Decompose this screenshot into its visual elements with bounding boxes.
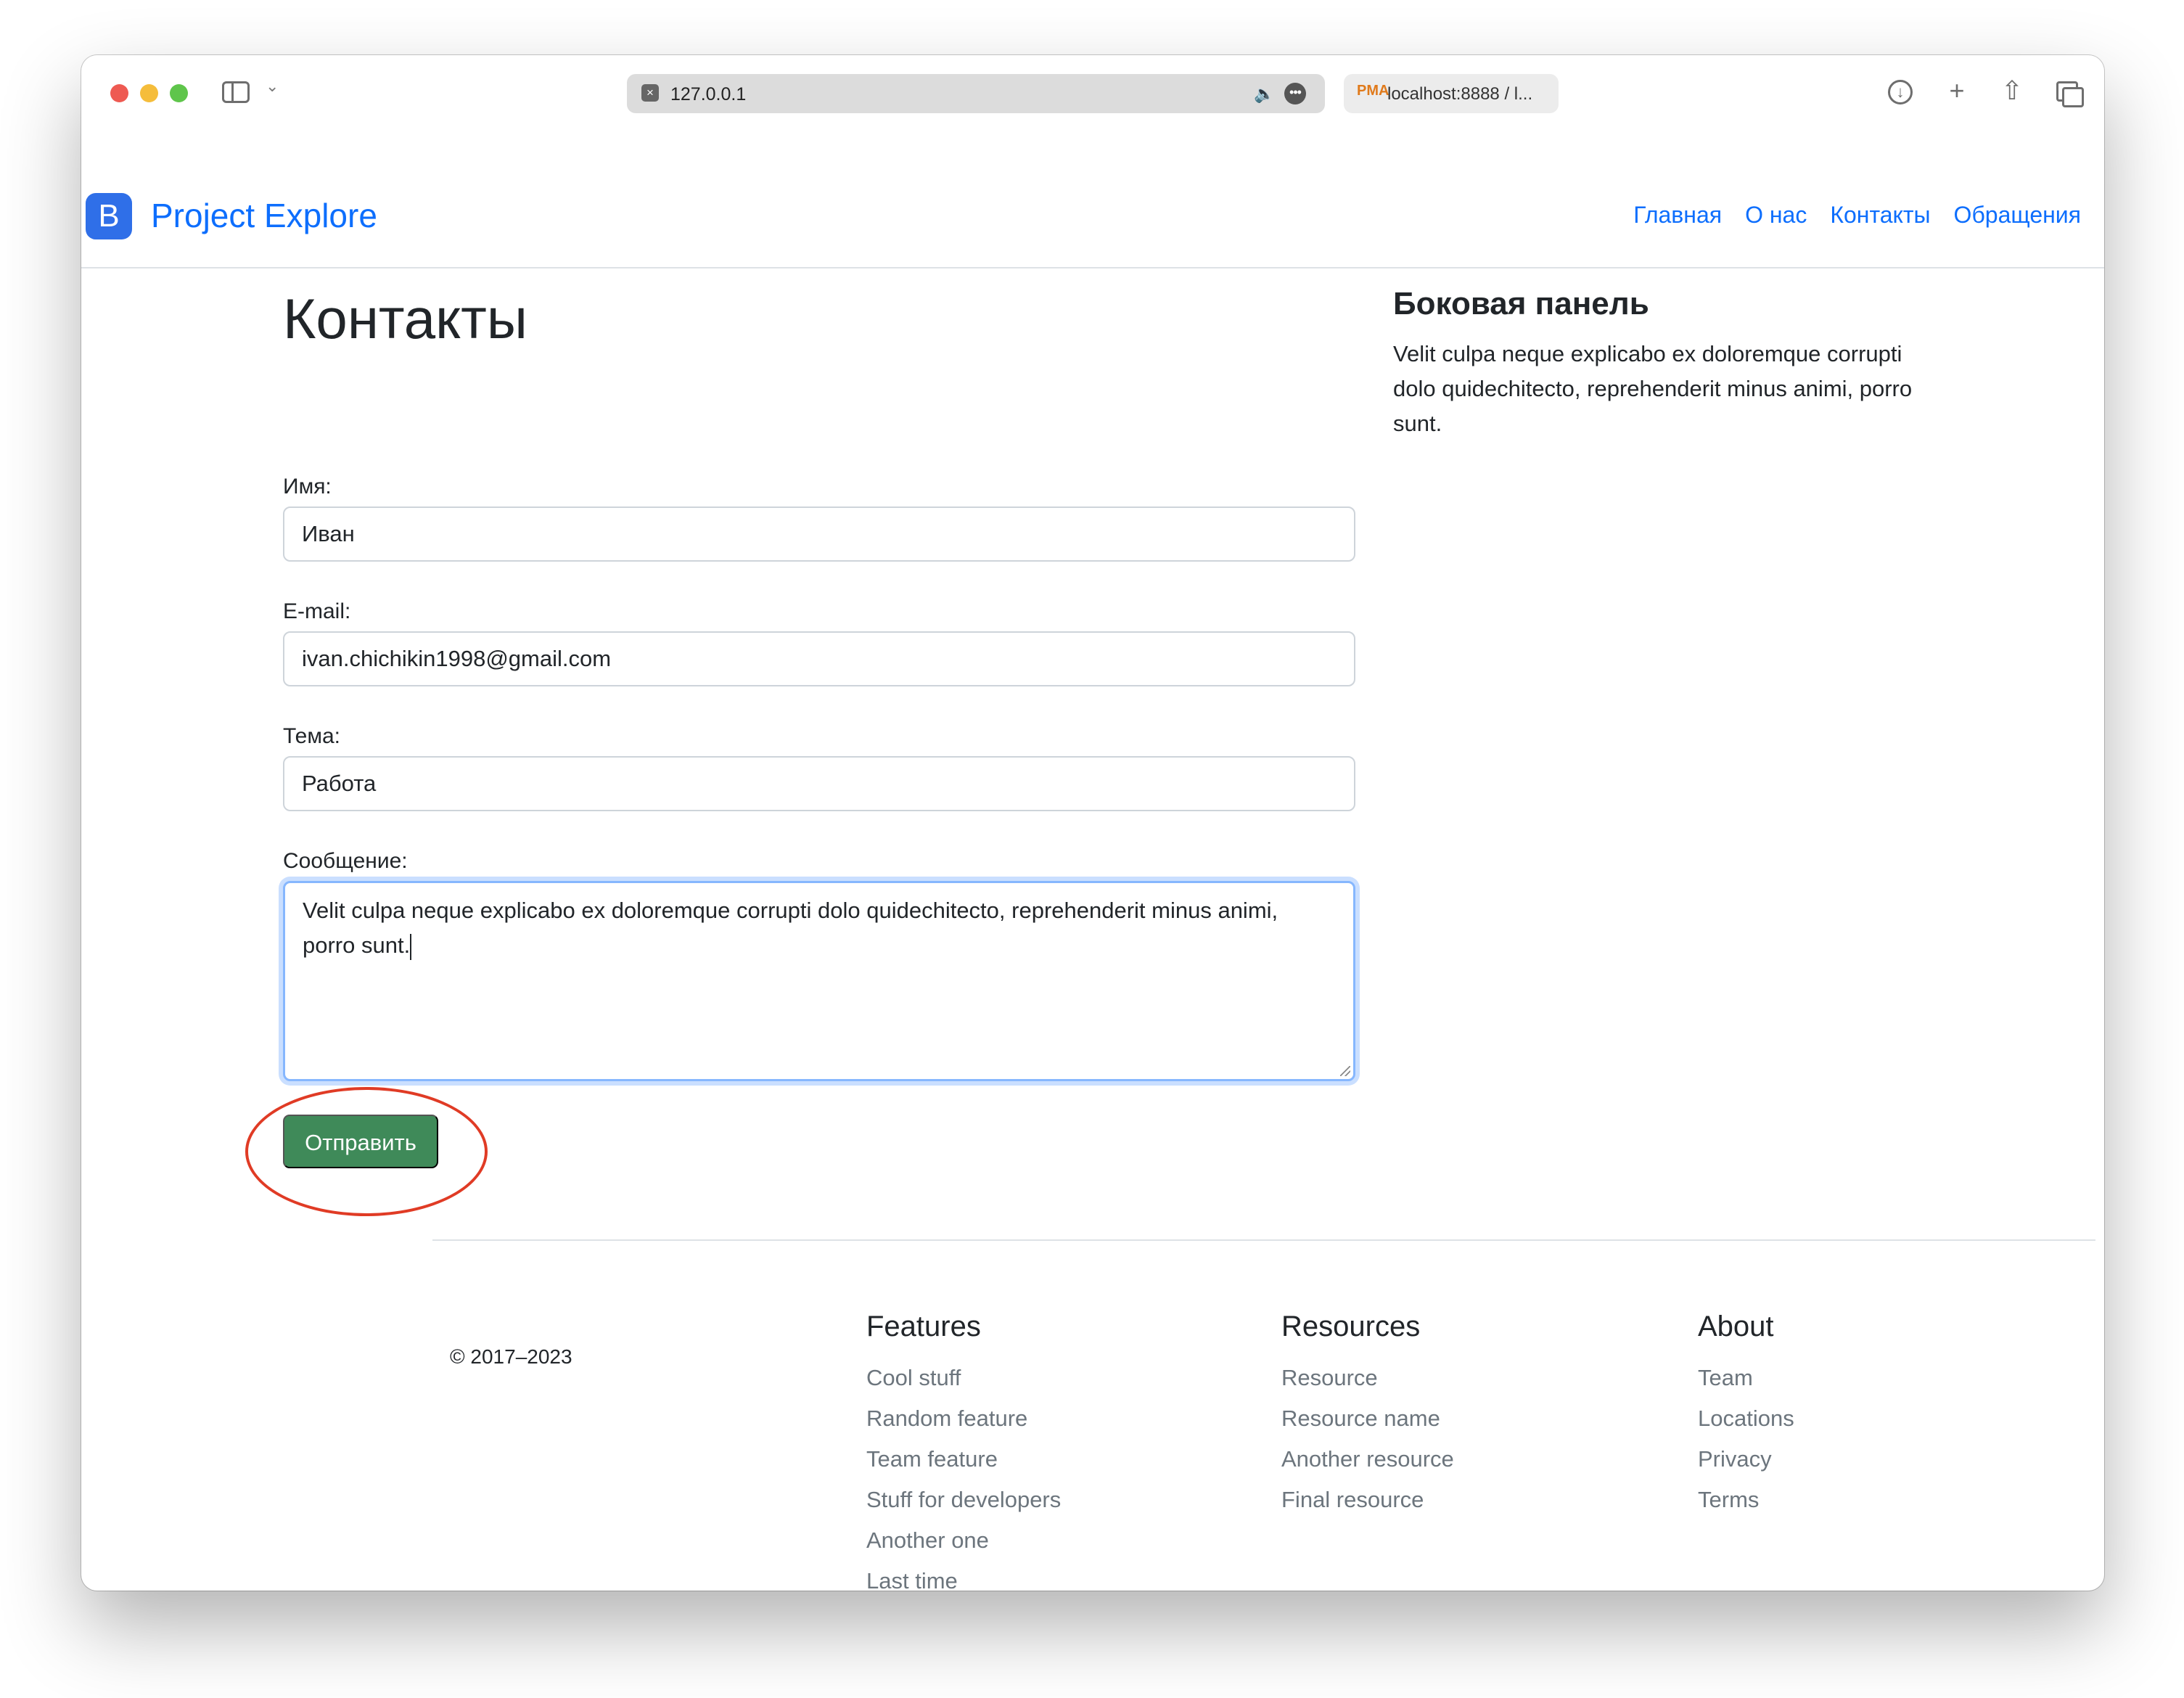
footer-link[interactable]: Resource name xyxy=(1281,1398,1454,1439)
footer-column-about: About Team Locations Privacy Terms xyxy=(1698,1311,1794,1520)
annotation-ellipse xyxy=(245,1087,488,1216)
footer-link[interactable]: Cool stuff xyxy=(866,1358,1061,1398)
footer-link[interactable]: Random feature xyxy=(866,1398,1061,1439)
footer-column-title: Resources xyxy=(1281,1311,1421,1342)
nav-link-about[interactable]: О нас xyxy=(1745,202,1807,229)
subject-input[interactable]: Работа xyxy=(283,756,1355,811)
share-icon[interactable]: ⇧ xyxy=(1994,73,2030,109)
message-label: Сообщение: xyxy=(283,849,408,873)
download-icon[interactable]: ↓ xyxy=(1882,73,1918,109)
nav-links: Главная О нас Контакты Обращения xyxy=(1633,202,2081,229)
chevron-down-icon[interactable]: ⌄ xyxy=(266,77,279,96)
footer-link[interactable]: Another resource xyxy=(1281,1439,1454,1480)
footer-link[interactable]: Team xyxy=(1698,1358,1794,1398)
footer-column-title: About xyxy=(1698,1311,1774,1342)
more-options-icon[interactable]: ••• xyxy=(1284,83,1306,104)
name-input[interactable]: Иван xyxy=(283,506,1355,562)
copyright: © 2017–2023 xyxy=(450,1345,572,1368)
zoom-window-button[interactable] xyxy=(170,84,188,102)
footer-column-resources: Resources Resource Resource name Another… xyxy=(1281,1311,1454,1520)
footer-link[interactable]: Stuff for developers xyxy=(866,1480,1061,1520)
tab-title: localhost:8888 / l... xyxy=(1387,84,1533,104)
footer-link[interactable]: Final resource xyxy=(1281,1480,1454,1520)
nav-link-contacts[interactable]: Контакты xyxy=(1830,202,1930,229)
new-tab-icon[interactable]: + xyxy=(1939,73,1975,109)
footer-link[interactable]: Last time xyxy=(866,1561,1061,1591)
browser-toolbar: ⌄ × 127.0.0.1 🔈 ••• PMA localhost:8888 /… xyxy=(81,55,2104,128)
message-textarea[interactable]: Velit culpa neque explicabo ex doloremqu… xyxy=(283,881,1355,1081)
close-window-button[interactable] xyxy=(110,84,128,102)
bootstrap-logo-icon[interactable]: B xyxy=(86,193,132,239)
nav-link-requests[interactable]: Обращения xyxy=(1954,202,2081,229)
footer-link[interactable]: Another one xyxy=(866,1520,1061,1561)
footer-column-title: Features xyxy=(866,1311,981,1342)
text-caret xyxy=(410,933,412,960)
footer-link[interactable]: Resource xyxy=(1281,1358,1454,1398)
speaker-icon[interactable]: 🔈 xyxy=(1254,84,1275,104)
page-title: Контакты xyxy=(283,287,527,350)
address-bar[interactable]: × 127.0.0.1 🔈 ••• xyxy=(627,74,1325,113)
tab-phpmyadmin[interactable]: PMA localhost:8888 / l... xyxy=(1344,74,1559,113)
email-label: E-mail: xyxy=(283,599,351,623)
footer-link[interactable]: Team feature xyxy=(866,1439,1061,1480)
footer-link[interactable]: Privacy xyxy=(1698,1439,1794,1480)
phpmyadmin-icon: PMA xyxy=(1357,83,1389,99)
tab-overview-icon[interactable] xyxy=(2050,73,2087,109)
brand-name[interactable]: Project Explore xyxy=(151,196,377,235)
nav-link-home[interactable]: Главная xyxy=(1633,202,1722,229)
footer-divider xyxy=(432,1239,2095,1241)
site-navbar: B Project Explore Главная О нас Контакты… xyxy=(81,128,2104,268)
subject-label: Тема: xyxy=(283,724,340,748)
footer-column-features: Features Cool stuff Random feature Team … xyxy=(866,1311,1061,1591)
name-label: Имя: xyxy=(283,475,332,499)
email-input[interactable]: ivan.chichikin1998@gmail.com xyxy=(283,631,1355,686)
footer-link[interactable]: Terms xyxy=(1698,1480,1794,1520)
sidebar-toggle-icon[interactable] xyxy=(222,81,250,103)
url-text: 127.0.0.1 xyxy=(670,84,747,104)
browser-window: ⌄ × 127.0.0.1 🔈 ••• PMA localhost:8888 /… xyxy=(81,55,2104,1591)
message-text: Velit culpa neque explicabo ex doloremqu… xyxy=(303,898,1278,958)
minimize-window-button[interactable] xyxy=(140,84,158,102)
sidebar-text: Velit culpa neque explicabo ex doloremqu… xyxy=(1393,341,1913,436)
tab-close-icon[interactable]: × xyxy=(641,84,659,102)
footer-link[interactable]: Locations xyxy=(1698,1398,1794,1439)
resize-handle-icon[interactable] xyxy=(1340,1066,1350,1076)
sidebar-title: Боковая панель xyxy=(1393,286,1649,321)
